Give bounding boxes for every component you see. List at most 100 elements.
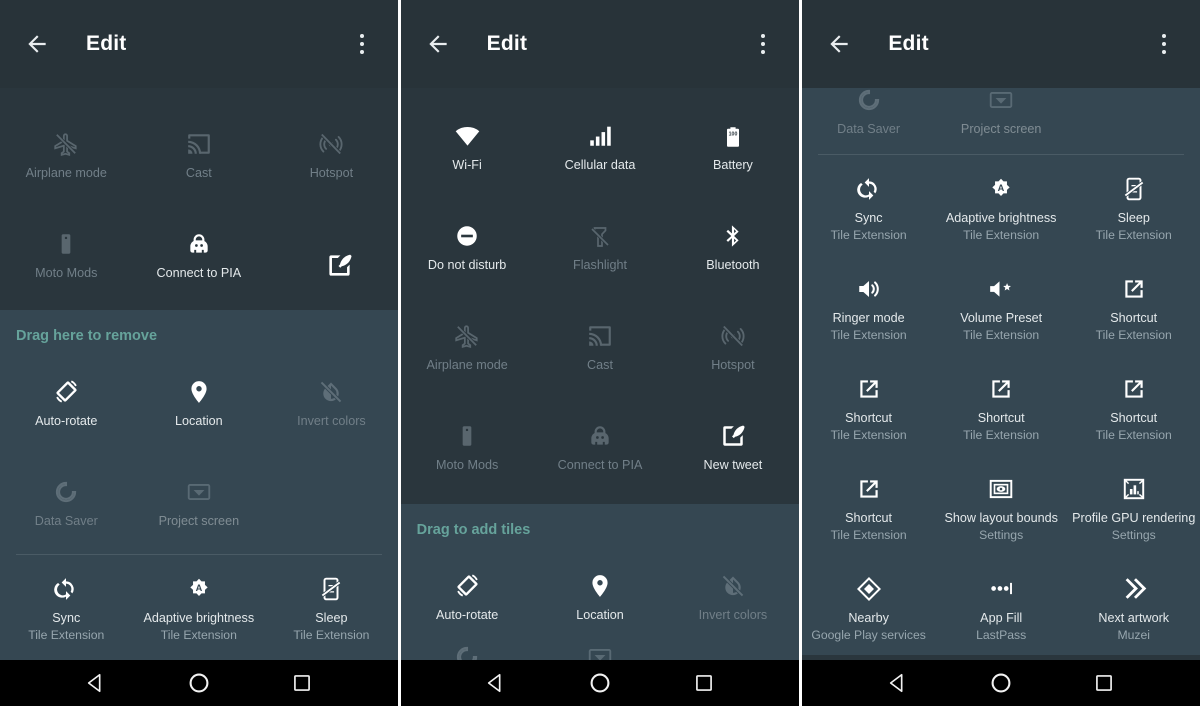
battery-icon: 100 [721,115,745,149]
arrow-back-icon[interactable] [824,29,854,59]
tile-shortcut-1[interactable]: Shortcut Tile Extension [1067,255,1200,355]
tile-data-saver[interactable]: Data Saver [802,88,935,150]
nav-back-icon[interactable] [878,663,918,703]
tile-connect-to-pia[interactable]: Connect to PIA [534,394,667,494]
tile-shortcut-3[interactable]: Shortcut Tile Extension [935,355,1068,455]
arrow-back-icon[interactable] [423,29,453,59]
tile-adaptive-brightness[interactable]: A Adaptive brightness Tile Extension [935,155,1068,255]
tile-label: Battery [712,158,753,172]
tile-auto-rotate[interactable]: Auto-rotate [0,350,133,450]
android-nav-bar [802,660,1200,706]
svg-text:100: 100 [729,131,738,137]
edit-body-middle[interactable]: Wi-Fi Cellular data 100 Battery Do not d… [400,88,800,660]
tile-shortcut-2[interactable]: Shortcut Tile Extension [802,355,935,455]
tile-label: Profile GPU rendering [1072,510,1196,525]
tile-label: Hotspot [309,166,354,180]
tile-label: Next artwork [1098,610,1170,625]
edit-body-left[interactable]: Airplane mode Cast Hotspot Moto Mods Con… [0,88,398,660]
tile-label: Show layout bounds [944,510,1058,525]
tile-sync[interactable]: Sync Tile Extension [802,155,935,255]
tile-grid-pool: Auto-rotate Location Invert colors [401,544,800,660]
tile-do-not-disturb[interactable]: Do not disturb [401,194,534,294]
nav-recents-icon[interactable] [282,663,322,703]
tile-label: Data Saver [837,122,901,136]
show-layout-bounds-icon [988,468,1014,502]
section-add-zone[interactable]: Drag to add tiles Auto-rotate Location I… [400,504,800,660]
auto-rotate-icon [53,371,80,405]
tile-next-artwork[interactable]: Next artwork Muzei [1067,555,1200,655]
tile-moto-mods[interactable]: Moto Mods [401,394,534,494]
tile-invert-colors[interactable]: Invert colors [265,350,398,450]
section-add-zone-scrolled[interactable]: Data Saver Project screen Sync Tile Exte… [802,88,1200,655]
shortcut-icon [1121,368,1147,402]
svg-text:A: A [998,183,1005,193]
adaptive-brightness-icon: A [988,168,1014,202]
tile-empty-slot [666,644,799,660]
tile-location[interactable]: Location [133,350,266,450]
tile-project-screen[interactable]: Project screen [133,450,266,550]
nav-recents-icon[interactable] [1084,663,1124,703]
tile-wifi[interactable]: Wi-Fi [401,94,534,194]
tile-grid-pool: Auto-rotate Location Invert colors [0,350,398,550]
tile-bluetooth[interactable]: Bluetooth [666,194,799,294]
tile-dragging-new-tweet[interactable] [265,202,398,302]
tile-data-saver[interactable] [401,644,534,660]
tile-shortcut-4[interactable]: Shortcut Tile Extension [1067,355,1200,455]
tile-battery[interactable]: 100 Battery [666,94,799,194]
more-vert-icon[interactable] [1150,28,1178,60]
tile-nearby[interactable]: Nearby Google Play services [802,555,935,655]
nav-recents-icon[interactable] [684,663,724,703]
tile-invert-colors[interactable]: Invert colors [666,544,799,644]
tile-cellular-data[interactable]: Cellular data [534,94,667,194]
section-current-tiles: Wi-Fi Cellular data 100 Battery Do not d… [400,88,800,504]
tile-profile-gpu-rendering[interactable]: Profile GPU rendering Settings [1067,455,1200,555]
nav-home-icon[interactable] [580,663,620,703]
tile-moto-mods[interactable]: Moto Mods [0,202,133,302]
tile-show-layout-bounds[interactable]: Show layout bounds Settings [935,455,1068,555]
tile-hotspot[interactable]: Hotspot [666,294,799,394]
tile-project-screen[interactable]: Project screen [935,88,1068,150]
tile-label: Location [175,414,223,428]
more-vert-icon[interactable] [749,28,777,60]
tile-hotspot[interactable]: Hotspot [265,102,398,202]
tile-volume-preset[interactable]: Volume Preset Tile Extension [935,255,1068,355]
section-label: Drag here to remove [16,328,158,344]
tile-empty-slot [1067,88,1200,150]
tile-airplane-mode[interactable]: Airplane mode [0,102,133,202]
edit-body-right[interactable]: Data Saver Project screen Sync Tile Exte… [802,88,1200,660]
data-saver-icon [454,644,480,660]
tile-project-screen[interactable] [534,644,667,660]
tile-sublabel: Tile Extension [1095,427,1172,442]
tile-sync[interactable]: Sync Tile Extension [0,555,133,655]
tile-label: Airplane mode [426,358,508,372]
tile-sublabel: Muzei [1117,627,1150,642]
tile-label: App Fill [980,610,1023,625]
moto-mods-icon [454,415,480,449]
tile-flashlight[interactable]: Flashlight [534,194,667,294]
tile-empty-slot [265,450,398,550]
tile-sleep[interactable]: Z Sleep Tile Extension [265,555,398,655]
tile-ringer-mode[interactable]: Ringer mode Tile Extension [802,255,935,355]
tile-location[interactable]: Location [534,544,667,644]
tile-auto-rotate[interactable]: Auto-rotate [401,544,534,644]
tile-adaptive-brightness[interactable]: A Adaptive brightness Tile Extension [133,555,266,655]
tile-label: Cellular data [564,158,636,172]
more-vert-icon[interactable] [348,28,376,60]
tile-airplane-mode[interactable]: Airplane mode [401,294,534,394]
tile-shortcut-5[interactable]: Shortcut Tile Extension [802,455,935,555]
tile-sleep[interactable]: Z Sleep Tile Extension [1067,155,1200,255]
nav-back-icon[interactable] [76,663,116,703]
tile-new-tweet[interactable]: New tweet [666,394,799,494]
tile-connect-to-pia[interactable]: Connect to PIA [133,202,266,302]
tile-cast[interactable]: Cast [534,294,667,394]
shortcut-icon [988,368,1014,402]
tile-cast[interactable]: Cast [133,102,266,202]
tile-data-saver[interactable]: Data Saver [0,450,133,550]
nav-home-icon[interactable] [179,663,219,703]
section-remove-zone[interactable]: Drag here to remove Auto-rotate Location [0,310,398,660]
nav-back-icon[interactable] [476,663,516,703]
arrow-back-icon[interactable] [22,29,52,59]
tile-label: Connect to PIA [557,458,643,472]
tile-app-fill[interactable]: App Fill LastPass [935,555,1068,655]
nav-home-icon[interactable] [981,663,1021,703]
